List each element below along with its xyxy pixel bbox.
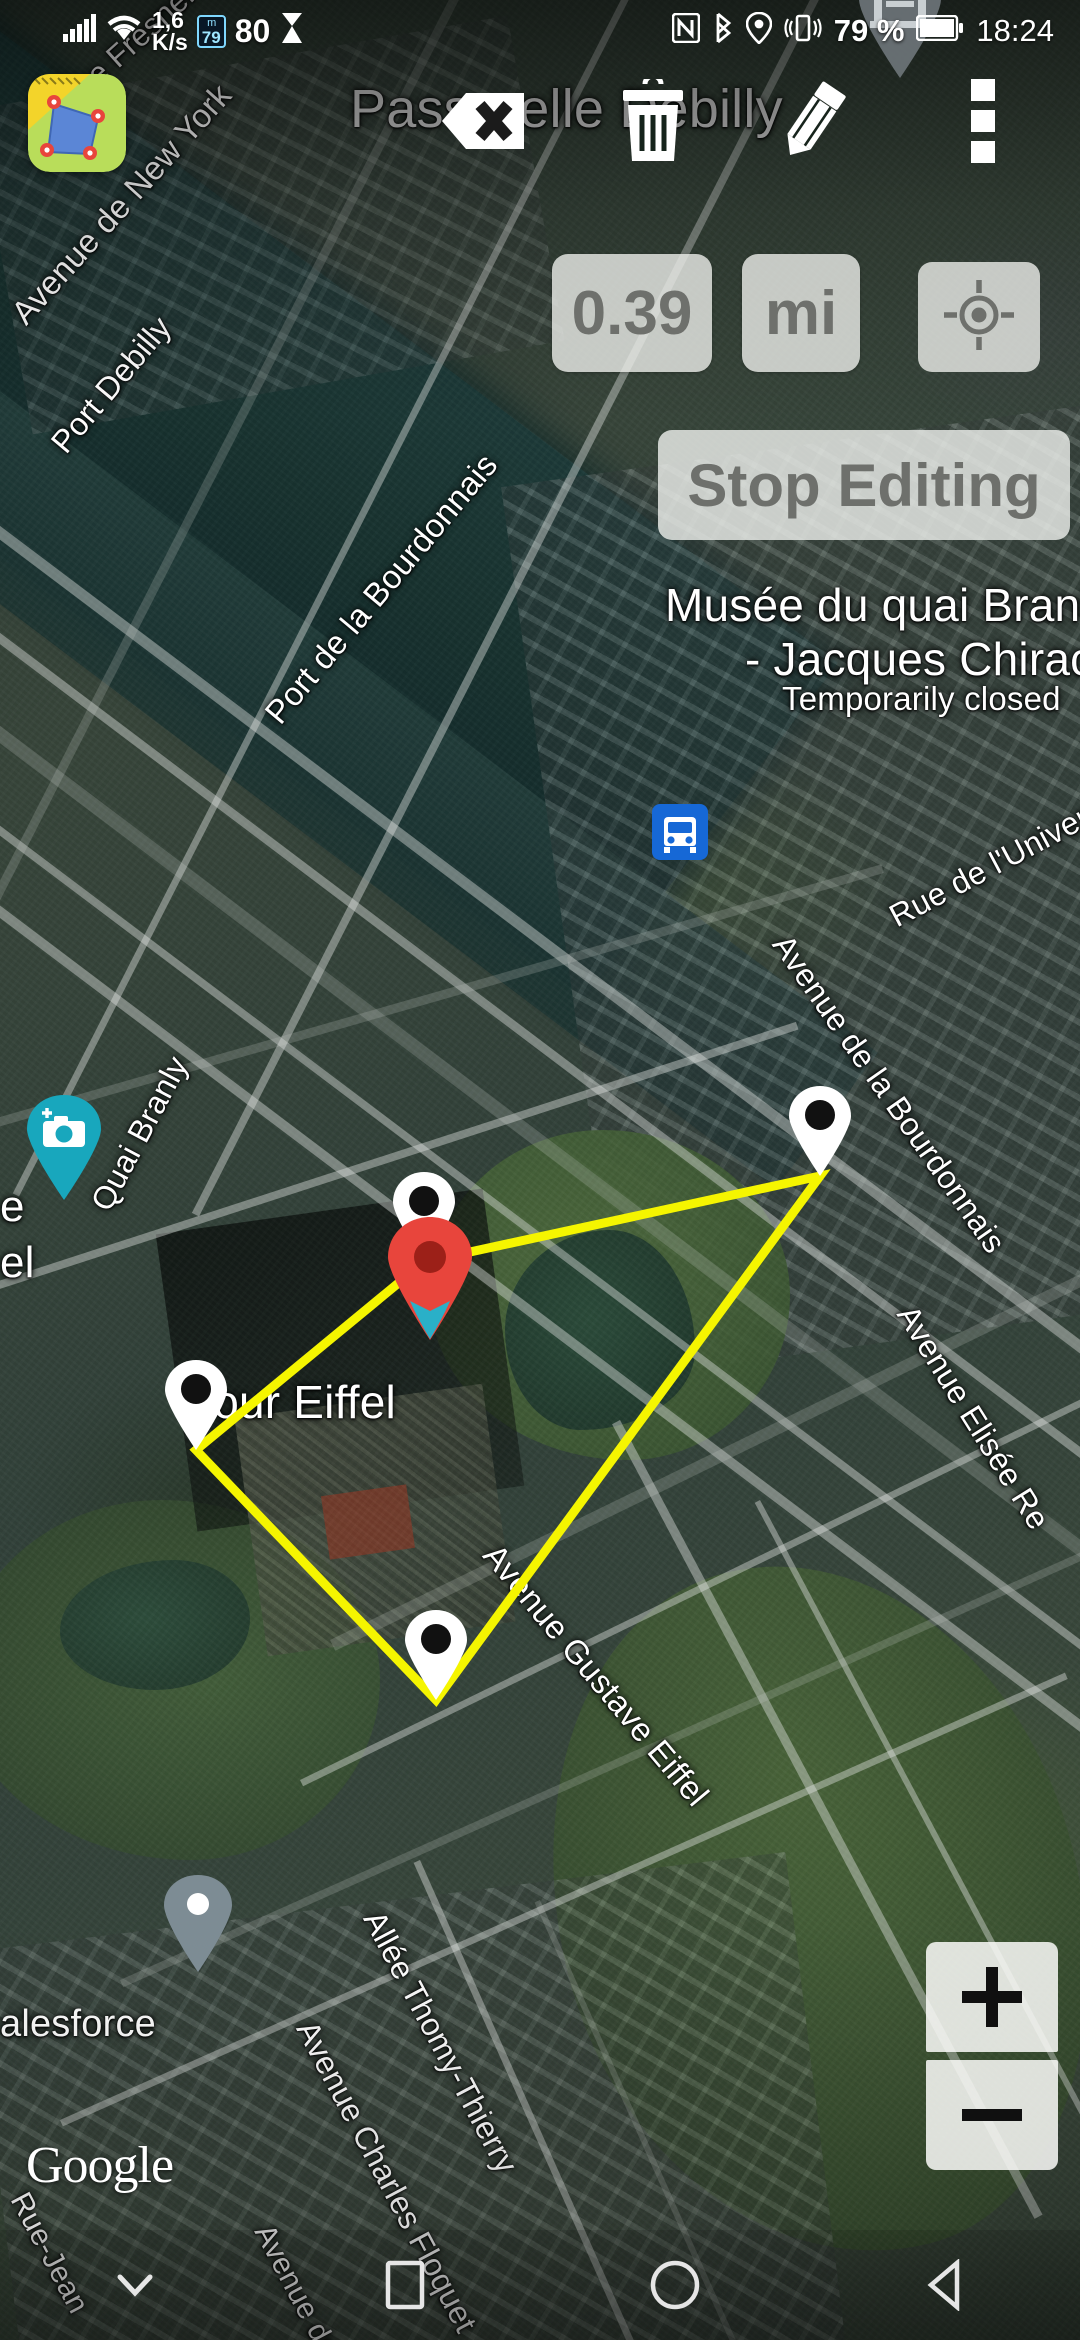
nav-home-button[interactable] [615,2230,735,2340]
stop-editing-button[interactable]: Stop Editing [658,430,1070,540]
minus-icon [962,2109,1022,2121]
edit-pencil-button[interactable] [760,70,866,176]
delete-all-button[interactable] [600,70,706,176]
nav-back-button[interactable] [885,2230,1005,2340]
wifi-icon [105,13,143,50]
vibrate-icon [784,13,822,50]
transit-stop-icon[interactable] [651,803,709,866]
phone-screen: Passerelle Debilly Rue Fresnel Avenue de N… [0,0,1080,2340]
battery-percent: 79 % [833,13,905,48]
weather-widget-icon: m 79 [196,14,226,48]
network-speed: 1,6 K/s [152,6,188,55]
nav-recents-button[interactable] [345,2230,465,2340]
home-circle-icon [650,2260,700,2310]
google-attribution-logo: Google [26,2137,174,2194]
backspace-delete-point-icon [440,89,526,158]
pencil-edit-icon [773,78,853,169]
app-toolbar [0,62,1080,182]
overflow-menu-icon [971,78,995,168]
photo-pin[interactable] [24,1093,104,1206]
recents-square-icon [385,2260,425,2310]
delete-last-point-button[interactable] [430,70,536,176]
location-icon [745,11,773,51]
polygon-vertex-west-marker[interactable] [163,1359,229,1456]
clock: 18:24 [976,13,1054,48]
chevron-down-icon [117,2274,153,2297]
zoom-controls [926,1942,1058,2170]
measurement-unit-selector[interactable]: mi [742,254,860,372]
measurement-value[interactable]: 0.39 [552,254,712,372]
overflow-menu-button[interactable] [930,70,1036,176]
zoom-in-button[interactable] [926,1942,1058,2052]
bluetooth-icon [712,12,734,51]
battery-icon [916,14,964,48]
polygon-vertex-south-marker[interactable] [403,1609,469,1706]
salesforce-pin[interactable] [161,1873,235,1978]
trash-delete-all-icon [620,73,686,168]
notification-count: 80 [234,12,271,49]
signal-bars-icon [62,13,96,49]
zoom-out-button[interactable] [926,2060,1058,2170]
my-location-button[interactable] [918,262,1040,372]
polygon-vertex-east-marker[interactable] [787,1085,853,1182]
selected-place-pin[interactable] [384,1215,476,1346]
android-nav-bar [0,2230,1080,2340]
area-measure-app-icon[interactable] [28,74,126,172]
nav-hide-button[interactable] [75,2230,195,2340]
nfc-icon [671,12,701,50]
plus-icon [962,1967,1022,2027]
my-location-crosshair-icon [942,278,1016,357]
hourglass-icon [279,12,305,51]
status-bar: 1,6 K/s m 79 80 79 % 18:24 [0,0,1080,62]
back-triangle-icon [927,2259,960,2311]
